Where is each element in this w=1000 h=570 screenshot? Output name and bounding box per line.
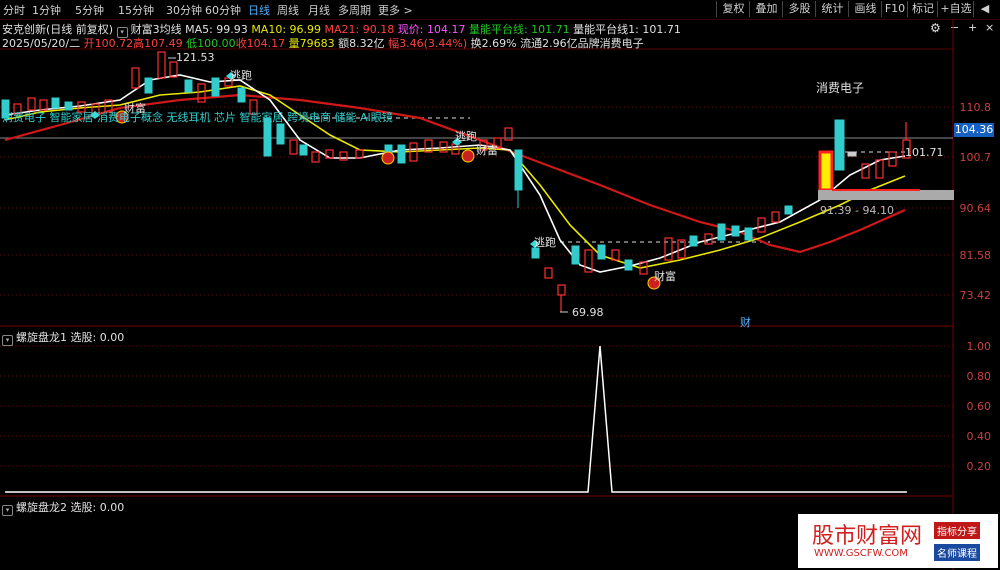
panel1-header: ▾ 螺旋盘龙1 选股: 0.00 [2,329,957,346]
range-label: 91.39 - 94.10 [820,204,894,217]
watermark-tag1: 指标分享 [934,522,980,539]
panel1-axis-2: 0.80 [966,370,992,383]
concept-tags: 消费电子 智能家居 消费电子概念 无线耳机 芯片 智能家居 跨境电商 储能 AI… [2,111,393,124]
panel1-signal-line [5,345,907,493]
panel1-axis-5: 0.20 [966,460,992,473]
axis-price-1: 110.8 [959,101,992,114]
current-price-box: 104.36 [954,123,994,137]
panel1-axis-4: 0.40 [966,430,992,443]
panel2-header: ▾ 螺旋盘龙2 选股: 0.00 [2,499,957,516]
fortune-label-2: 财富 [476,144,498,157]
low-price-label: 69.98 [572,306,604,319]
axis-price-4: 81.58 [959,249,992,262]
panel1-axis-1: 1.00 [966,340,992,353]
range-bar [818,190,954,200]
escape-label-3: 逃跑 [534,236,556,249]
signal-box [818,150,834,192]
watermark-tag2: 名师课程 [934,544,980,561]
panel1-axis-3: 0.60 [966,400,992,413]
platform-value-label: 101.71 [905,146,944,159]
panel2-title[interactable]: 螺旋盘龙2 [16,501,67,514]
panel1-toggle-icon[interactable]: ▾ [2,335,13,346]
escape-label-1: 逃跑 [230,69,252,82]
watermark-url: WWW.GSCFW.COM [814,548,908,559]
panel2-value: 选股: 0.00 [70,501,125,514]
watermark-title: 股市财富网 [812,524,923,549]
panel1-title[interactable]: 螺旋盘龙1 [16,331,67,344]
axis-price-5: 73.42 [959,289,992,302]
axis-price-2: 100.7 [959,151,992,164]
cai-marker[interactable]: 财 [740,314,751,330]
fortune-label-3: 财富 [654,270,676,283]
escape-label-2: 逃跑 [455,130,477,143]
high-price-label: 121.53 [176,51,215,64]
sector-label: 消费电子 [816,81,865,95]
panel1-value: 选股: 0.00 [70,331,125,344]
candles [1,51,911,312]
watermark-logo: 股市财富网 WWW.GSCFW.COM 指标分享 名师课程 [798,514,998,568]
axis-price-3: 90.64 [959,202,992,215]
panel2-toggle-icon[interactable]: ▾ [2,505,13,516]
